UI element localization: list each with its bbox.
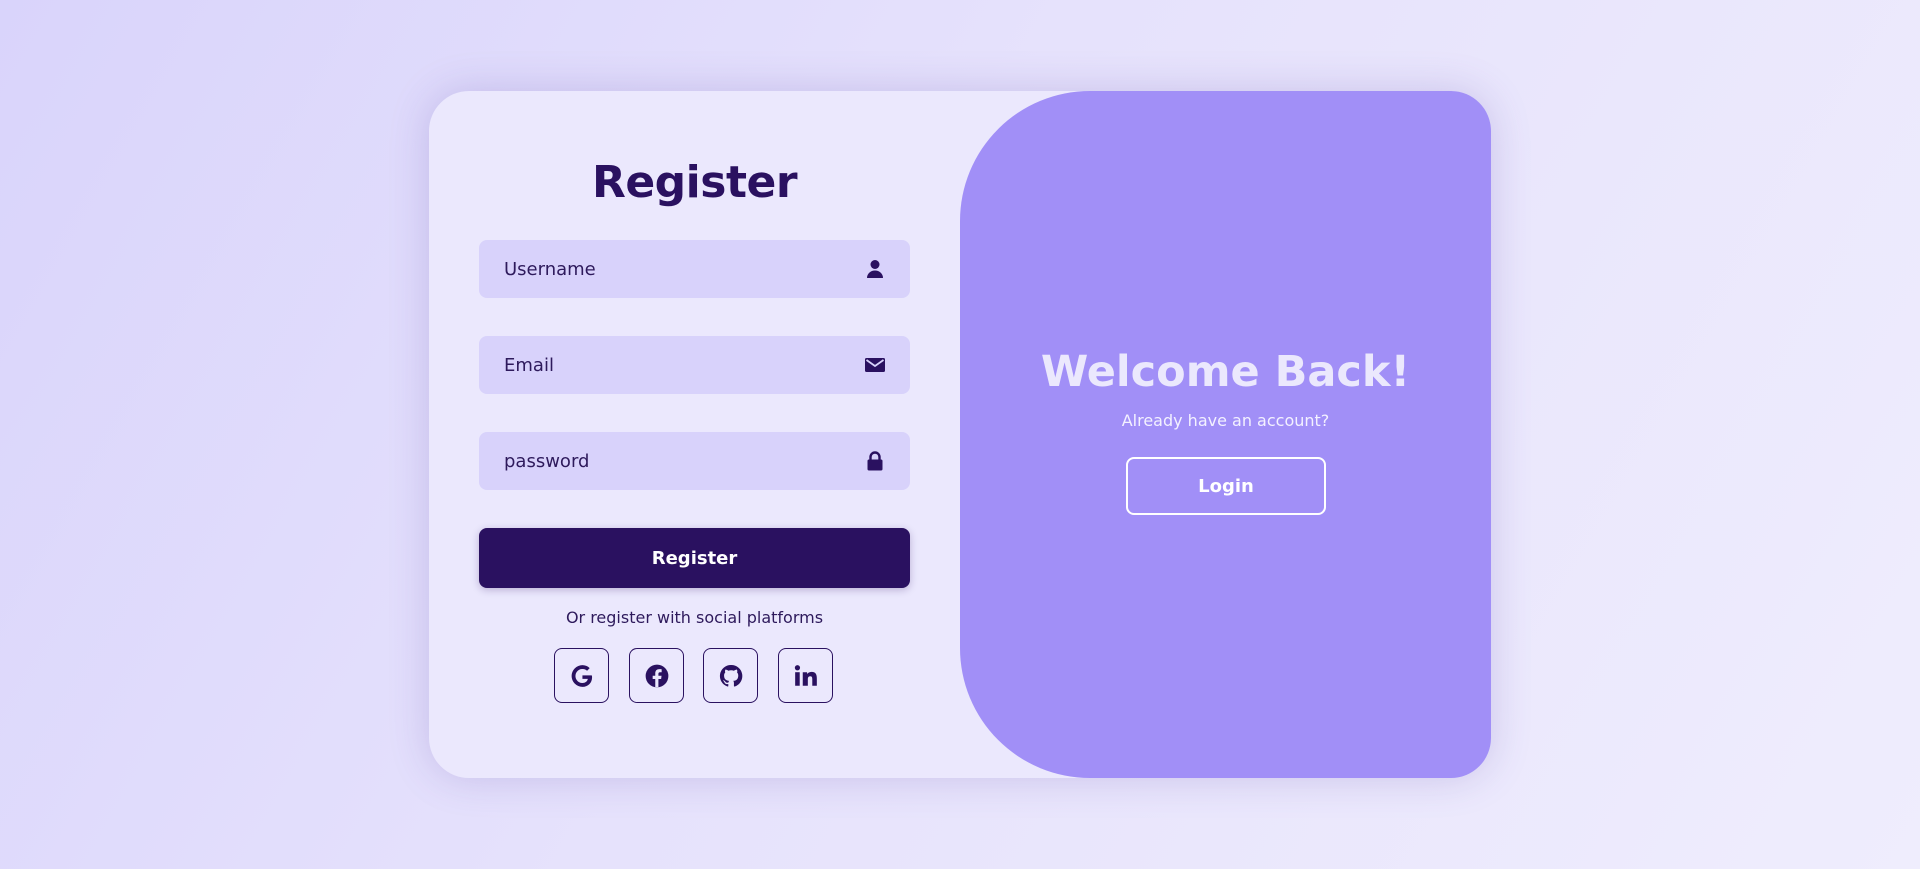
register-button[interactable]: Register: [479, 528, 910, 588]
github-icon: [719, 664, 742, 687]
email-input[interactable]: [479, 336, 910, 394]
username-field[interactable]: [479, 240, 910, 298]
password-input[interactable]: [479, 432, 910, 490]
envelope-icon: [865, 355, 885, 375]
facebook-button[interactable]: [629, 648, 684, 703]
google-button[interactable]: [554, 648, 609, 703]
facebook-icon: [645, 664, 668, 687]
username-input[interactable]: [479, 240, 910, 298]
already-account-text: Already have an account?: [1121, 411, 1330, 430]
register-title: Register: [591, 157, 798, 208]
user-icon: [865, 259, 885, 279]
password-field[interactable]: [479, 432, 910, 490]
linkedin-button[interactable]: [778, 648, 833, 703]
welcome-panel: Welcome Back! Already have an account? L…: [960, 91, 1491, 778]
github-button[interactable]: [703, 648, 758, 703]
email-field[interactable]: [479, 336, 910, 394]
social-register-text: Or register with social platforms: [565, 608, 824, 627]
auth-card: Register Register Or register with socia…: [429, 91, 1491, 778]
register-form: Register Register Or register with socia…: [429, 91, 960, 778]
welcome-title: Welcome Back!: [1040, 347, 1411, 397]
lock-icon: [865, 451, 885, 471]
google-icon: [571, 664, 592, 687]
login-button[interactable]: Login: [1126, 457, 1326, 515]
linkedin-icon: [794, 664, 817, 686]
